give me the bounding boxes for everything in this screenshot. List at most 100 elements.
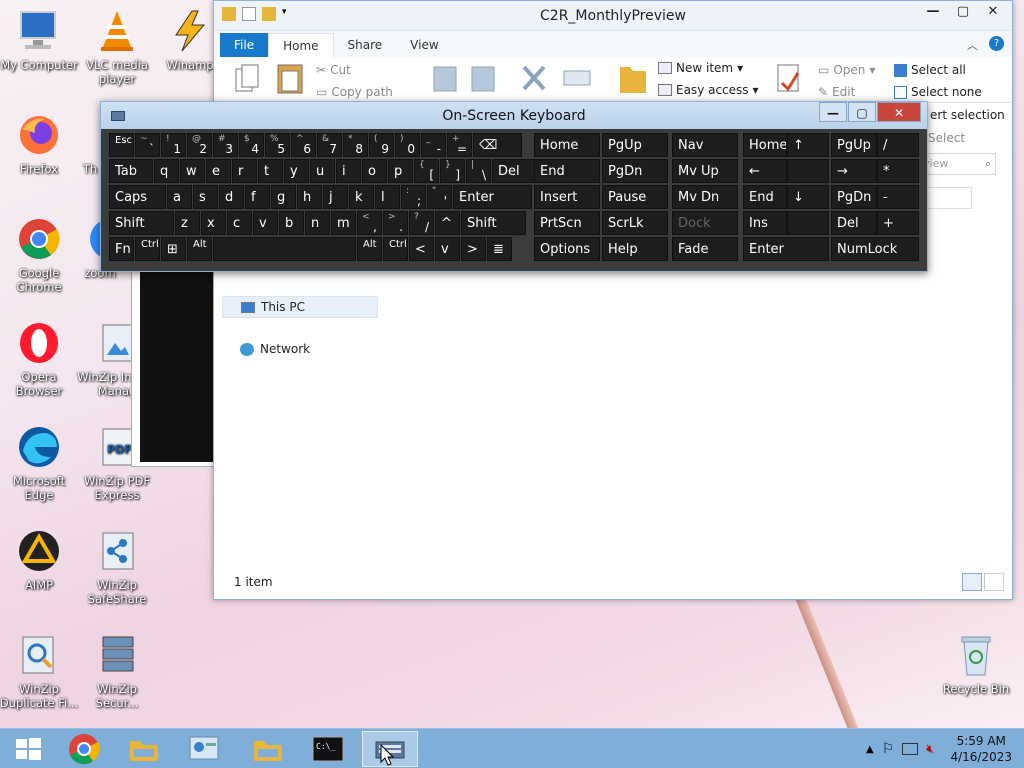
osk-key-nav[interactable]: Home	[534, 133, 600, 157]
desktop-icon-vlc[interactable]: VLC media player	[77, 8, 157, 86]
new-folder-icon[interactable]	[618, 59, 648, 97]
osk-key-nav[interactable]: Insert	[534, 185, 600, 209]
invert-selection-button[interactable]: ert selection	[930, 108, 1005, 122]
osk-key[interactable]: ⊞	[161, 237, 186, 261]
osk-key[interactable]: y	[284, 159, 309, 183]
osk-key-numpad[interactable]: Ins	[743, 211, 787, 235]
osk-key[interactable]: >	[461, 237, 486, 261]
search-input[interactable]: view ⌕	[918, 153, 996, 175]
osk-key[interactable]: Alt	[187, 237, 212, 261]
osk-key-nav[interactable]: Pause	[602, 185, 668, 209]
osk-key-numpad[interactable]: PgDn	[831, 185, 877, 209]
rename-icon[interactable]	[562, 67, 592, 89]
osk-key[interactable]: * 8	[343, 133, 368, 157]
desktop-icon-winzip-secure[interactable]: WinZip Secur...	[77, 632, 157, 710]
nav-item-this-pc[interactable]: This PC	[222, 296, 378, 318]
move-to-icon[interactable]	[432, 63, 460, 93]
desktop-icon-winzip-duplicate[interactable]: WinZip Duplicate Fi...	[0, 632, 79, 710]
osk-key[interactable]: | \	[466, 159, 491, 183]
background-window[interactable]	[131, 262, 215, 467]
osk-key-numpad[interactable]: *	[877, 159, 919, 183]
explorer-titlebar[interactable]: ▾ C2R_MonthlyPreview — ▢ ✕	[214, 1, 1012, 31]
osk-key[interactable]: + =	[447, 133, 472, 157]
osk-key[interactable]: $4	[239, 133, 264, 157]
osk-key[interactable]: Ctrl	[135, 237, 160, 261]
clock[interactable]: 5:59 AM 4/16/2023	[950, 733, 1012, 765]
osk-key[interactable]: " '	[427, 185, 452, 209]
nav-item-network[interactable]: Network	[222, 338, 378, 360]
details-view-button[interactable]	[962, 573, 982, 591]
osk-key-nav[interactable]: ScrLk	[602, 211, 668, 235]
osk-key[interactable]: w	[180, 159, 205, 183]
osk-key[interactable]: Fn	[109, 237, 134, 261]
osk-key[interactable]: Esc	[109, 133, 134, 157]
osk-maximize-button[interactable]: ▢	[848, 102, 876, 122]
paste-icon[interactable]	[276, 61, 304, 95]
cut-button[interactable]: ✂ Cut	[316, 63, 351, 77]
osk-key[interactable]: Shift	[109, 211, 174, 235]
maximize-button[interactable]: ▢	[948, 1, 978, 23]
osk-key[interactable]: ) 0	[395, 133, 420, 157]
tab-file[interactable]: File	[220, 33, 269, 57]
osk-titlebar[interactable]: On-Screen Keyboard — ▢ ✕	[101, 102, 927, 129]
select-none-button[interactable]: Select none	[894, 85, 982, 99]
osk-key[interactable]: ≣	[487, 237, 512, 261]
osk-key[interactable]: Ctrl	[383, 237, 408, 261]
osk-key[interactable]: #3	[213, 133, 238, 157]
close-button[interactable]: ✕	[978, 1, 1008, 23]
desktop-icon-recycle-bin[interactable]: Recycle Bin	[936, 632, 1016, 696]
osk-key[interactable]: ⌫	[473, 133, 522, 157]
osk-key-numpad[interactable]: -	[877, 185, 919, 209]
new-item-button[interactable]: New item ▾	[658, 61, 743, 75]
osk-close-button[interactable]: ✕	[877, 102, 921, 122]
tab-view[interactable]: View	[396, 33, 452, 57]
osk-key-numpad[interactable]: /	[877, 133, 919, 157]
osk-key[interactable]: m	[331, 211, 356, 235]
collapse-ribbon-icon[interactable]: ︿	[967, 37, 978, 53]
osk-key-nav[interactable]: PrtScn	[534, 211, 600, 235]
osk-key-numpad[interactable]: ←	[743, 159, 787, 183]
osk-key[interactable]: b	[279, 211, 304, 235]
osk-key-nav[interactable]: PgDn	[602, 159, 668, 183]
osk-key[interactable]: :;	[401, 185, 426, 209]
osk-key[interactable]: Caps	[109, 185, 166, 209]
osk-key[interactable]: _ -	[421, 133, 446, 157]
osk-key[interactable]: g	[271, 185, 296, 209]
flag-icon[interactable]: ⚐	[882, 741, 895, 757]
osk-key[interactable]: ! 1	[161, 133, 186, 157]
osk-key[interactable]: Enter	[453, 185, 532, 209]
osk-key[interactable]: p	[388, 159, 413, 183]
osk-key[interactable]: x	[201, 211, 226, 235]
osk-key-nav[interactable]: Dock	[672, 211, 738, 235]
osk-key[interactable]: <	[409, 237, 434, 261]
volume-muted-icon[interactable]: 🔇︎	[926, 742, 934, 757]
taskbar-file-explorer-2[interactable]	[240, 731, 296, 767]
osk-key[interactable]: z	[175, 211, 200, 235]
osk-key[interactable]: % 5	[265, 133, 290, 157]
osk-key[interactable]: j	[323, 185, 348, 209]
osk-key[interactable]: i	[336, 159, 361, 183]
network-status-icon[interactable]	[902, 743, 919, 755]
osk-key-numpad[interactable]: ↑	[787, 133, 829, 157]
osk-key[interactable]: a	[167, 185, 192, 209]
osk-key[interactable]: ^ 6	[291, 133, 316, 157]
desktop-icon-opera[interactable]: Opera Browser	[0, 320, 79, 398]
osk-key[interactable]: q	[154, 159, 179, 183]
osk-key[interactable]: l	[375, 185, 400, 209]
help-icon[interactable]: ?	[989, 36, 1004, 51]
osk-key-numpad[interactable]	[787, 159, 829, 183]
osk-key[interactable]: d	[219, 185, 244, 209]
osk-key-numpad[interactable]	[787, 211, 829, 235]
desktop-icon-chrome[interactable]: Google Chrome	[0, 216, 79, 294]
taskbar-chrome[interactable]	[56, 731, 112, 767]
osk-key-nav[interactable]: Help	[602, 237, 668, 261]
copy-to-icon[interactable]	[470, 63, 498, 93]
taskbar-file-explorer[interactable]	[116, 731, 172, 767]
osk-key[interactable]: & 7	[317, 133, 342, 157]
osk-key-numpad[interactable]: PgUp	[831, 133, 877, 157]
osk-key[interactable]: s	[193, 185, 218, 209]
osk-key-nav[interactable]: PgUp	[602, 133, 668, 157]
osk-key[interactable]: c	[227, 211, 252, 235]
osk-key-numpad[interactable]: Enter	[743, 237, 829, 261]
osk-key-nav[interactable]: Mv Dn	[672, 185, 738, 209]
